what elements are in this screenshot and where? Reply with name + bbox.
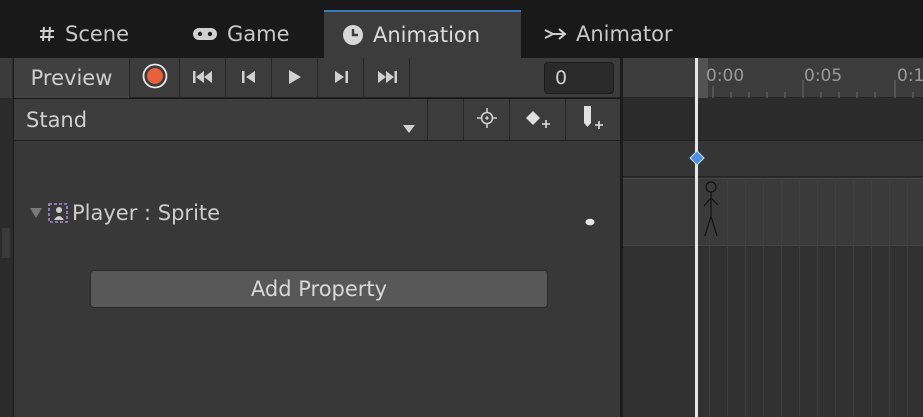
animator-icon <box>543 26 567 42</box>
preview-button[interactable]: Preview <box>14 58 130 98</box>
grid-line <box>853 178 854 417</box>
grid-line <box>727 178 728 417</box>
keyframe-diamond-icon[interactable] <box>689 150 705 166</box>
tab-game-label: Game <box>227 22 290 46</box>
clip-dropdown[interactable]: Stand <box>14 99 428 141</box>
play-button[interactable] <box>272 58 318 98</box>
timeline-clip-row <box>623 99 923 141</box>
frame-field[interactable]: 0 <box>544 62 614 94</box>
tab-animation[interactable]: Animation <box>324 10 521 58</box>
tab-animator-label: Animator <box>576 22 673 46</box>
grid-line <box>763 178 764 417</box>
grid-line <box>799 178 800 417</box>
timeline-summary-row[interactable] <box>623 141 923 177</box>
tab-scene[interactable]: Scene <box>38 10 129 58</box>
add-keyframe-button[interactable] <box>510 99 566 141</box>
ruler-ticks <box>712 80 914 98</box>
play-icon <box>288 67 301 89</box>
property-options-dot-icon[interactable] <box>585 209 595 231</box>
last-keyframe-button[interactable] <box>364 58 410 98</box>
left-edge-strip <box>0 58 14 417</box>
chevron-down-icon <box>403 114 415 138</box>
tab-scene-label: Scene <box>65 22 130 46</box>
foldout-arrow-icon[interactable] <box>30 208 42 218</box>
step-forward-icon <box>334 67 348 89</box>
playhead-line[interactable] <box>695 58 698 417</box>
property-row-player-sprite[interactable]: Player : Sprite <box>14 190 620 236</box>
add-keyframe-icon <box>524 108 552 133</box>
grid-line <box>781 178 782 417</box>
sprite-keyframe-thumbnail[interactable] <box>701 180 725 244</box>
grid-line <box>835 178 836 417</box>
timeline-empty-area[interactable] <box>623 247 923 417</box>
edge-scroll-mark <box>2 228 10 258</box>
clip-dropdown-label: Stand <box>26 108 88 132</box>
sprite-renderer-icon <box>48 203 68 223</box>
step-back-icon <box>241 67 256 89</box>
skip-to-start-icon <box>192 67 213 89</box>
grid-line <box>907 178 908 417</box>
skip-to-end-icon <box>377 67 397 89</box>
next-keyframe-button[interactable] <box>318 58 364 98</box>
clip-row: Stand <box>14 99 620 141</box>
gamepad-icon <box>192 26 218 42</box>
record-button[interactable] <box>130 58 180 98</box>
add-event-icon <box>581 105 605 136</box>
edge-handle <box>0 58 12 98</box>
grid-line <box>889 178 890 417</box>
grid-line <box>871 178 872 417</box>
animation-toolbar: Preview 0 <box>14 58 620 98</box>
tab-game[interactable]: Game <box>192 10 290 58</box>
timeline-track-player-sprite[interactable] <box>623 178 923 246</box>
record-icon <box>142 63 168 94</box>
hash-icon <box>38 25 56 43</box>
tab-animation-label: Animation <box>373 23 481 47</box>
previous-keyframe-button[interactable] <box>226 58 272 98</box>
grid-line <box>745 178 746 417</box>
first-keyframe-button[interactable] <box>180 58 226 98</box>
grid-line <box>817 178 818 417</box>
tab-animator[interactable]: Animator <box>543 10 673 58</box>
clock-icon <box>342 24 364 46</box>
clip-row-spacer <box>428 99 464 141</box>
add-property-button[interactable]: Add Property <box>90 270 548 308</box>
filter-by-selection-button[interactable] <box>464 99 510 141</box>
add-event-button[interactable] <box>566 99 620 141</box>
crosshair-icon <box>476 107 497 133</box>
property-label: Player : Sprite <box>72 201 221 225</box>
